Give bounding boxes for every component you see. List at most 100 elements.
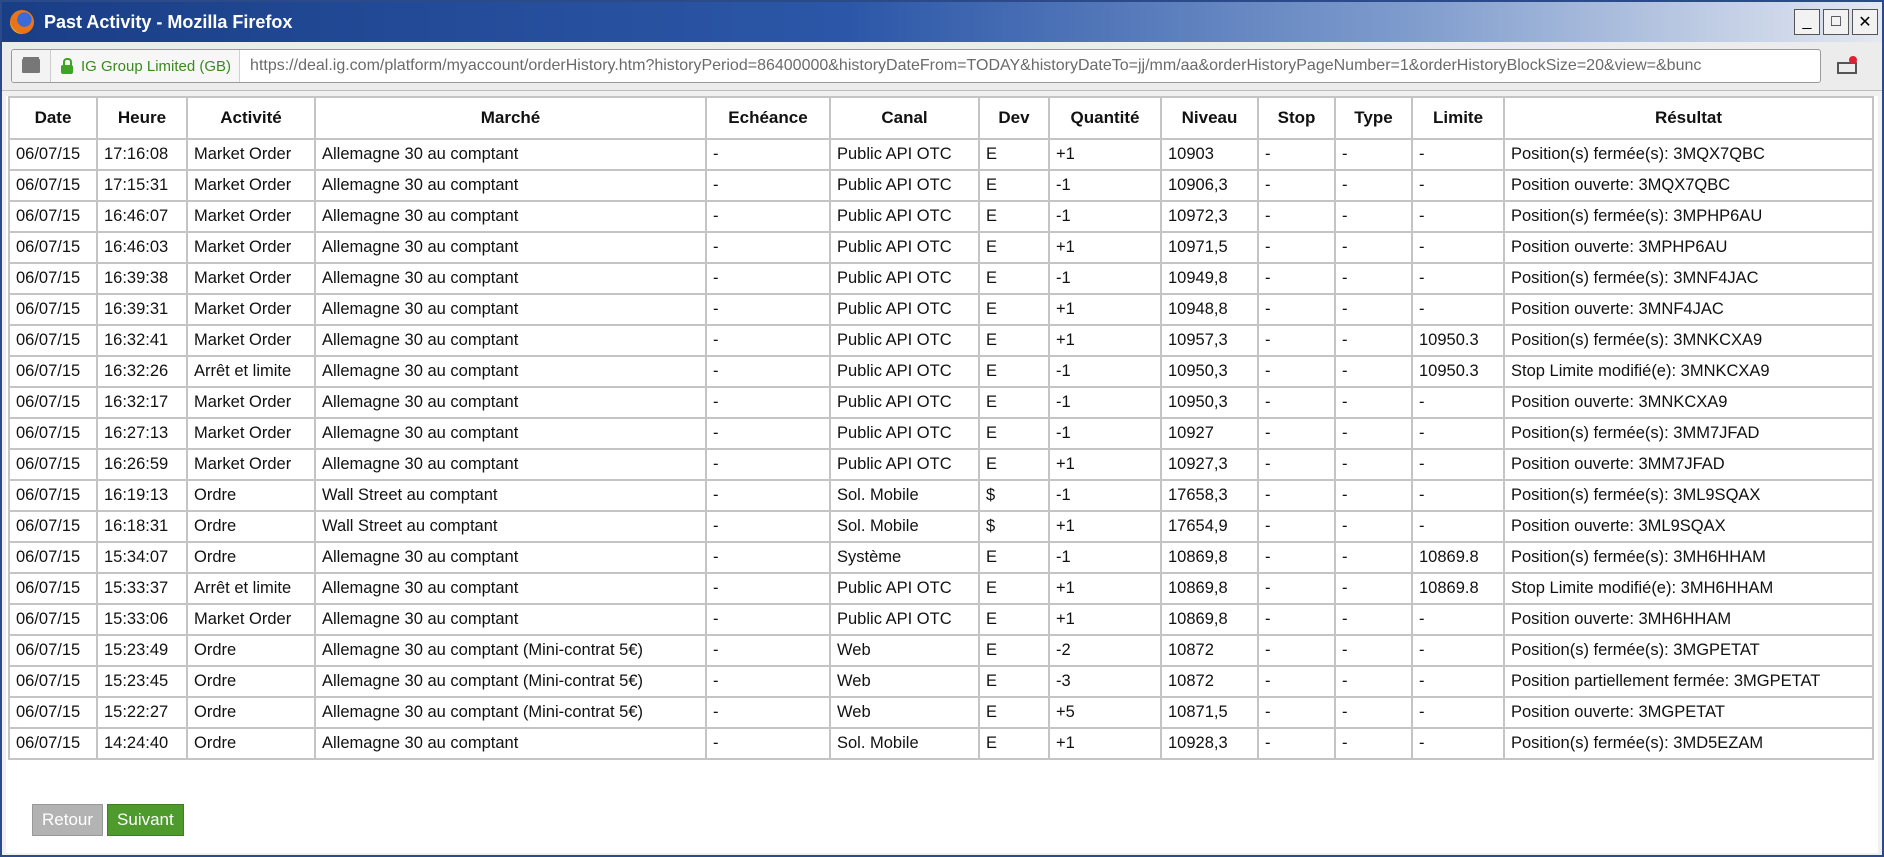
site-identity[interactable]: IG Group Limited (GB): [51, 50, 241, 82]
table-cell: 06/07/15: [8, 665, 98, 698]
table-cell: -: [1334, 510, 1413, 543]
url-bar[interactable]: IG Group Limited (GB) https://deal.ig.co…: [11, 49, 1821, 83]
table-cell: 10971,5: [1160, 231, 1259, 264]
table-cell: 15:33:37: [96, 572, 188, 605]
table-cell: Market Order: [186, 417, 316, 450]
table-cell: 06/07/15: [8, 355, 98, 388]
table-row: 06/07/15 16:19:13 Ordre Wall Street au comp…: [8, 479, 1874, 512]
table-cell: 16:32:26: [96, 355, 188, 388]
table-cell: 16:39:31: [96, 293, 188, 326]
table-cell: -1: [1048, 386, 1162, 419]
table-cell: -: [1257, 138, 1336, 171]
table-cell: +1: [1048, 572, 1162, 605]
table-cell: -: [1411, 479, 1505, 512]
url-text[interactable]: https://deal.ig.com/platform/myaccount/o…: [240, 57, 1701, 75]
table-cell: 15:33:06: [96, 603, 188, 636]
table-cell: -: [705, 200, 831, 233]
table-cell: -: [1411, 634, 1505, 667]
table-cell: Position ouverte: 3MQX7QBC: [1503, 169, 1874, 202]
table-cell: +1: [1048, 138, 1162, 171]
table-cell: 10928,3: [1160, 727, 1259, 760]
table-cell: Arrêt et limite: [186, 572, 316, 605]
table-cell: E: [978, 169, 1050, 202]
table-cell: 16:26:59: [96, 448, 188, 481]
table-cell: 10869,8: [1160, 541, 1259, 574]
column-header: Date: [8, 96, 98, 140]
table-cell: 06/07/15: [8, 200, 98, 233]
table-cell: -: [705, 231, 831, 264]
table-cell: -: [1411, 417, 1505, 450]
table-cell: -1: [1048, 200, 1162, 233]
table-cell: 15:23:49: [96, 634, 188, 667]
table-cell: -: [1411, 386, 1505, 419]
table-cell: Ordre: [186, 727, 316, 760]
table-cell: E: [978, 262, 1050, 295]
table-cell: -: [705, 448, 831, 481]
column-header: Marché: [314, 96, 707, 140]
table-cell: +1: [1048, 231, 1162, 264]
table-cell: -: [705, 727, 831, 760]
minimize-button[interactable]: _: [1794, 9, 1820, 35]
table-cell: -: [705, 541, 831, 574]
table-cell: -: [1257, 541, 1336, 574]
table-cell: Position(s) fermée(s): 3MH6HHAM: [1503, 541, 1874, 574]
table-cell: Position ouverte: 3MH6HHAM: [1503, 603, 1874, 636]
close-button[interactable]: ✕: [1852, 9, 1878, 35]
table-cell: 10869,8: [1160, 572, 1259, 605]
table-cell: Position ouverte: 3MM7JFAD: [1503, 448, 1874, 481]
table-cell: Allemagne 30 au comptant: [314, 386, 707, 419]
table-cell: Allemagne 30 au comptant: [314, 572, 707, 605]
table-cell: -: [1257, 510, 1336, 543]
table-cell: 17:16:08: [96, 138, 188, 171]
table-cell: 06/07/15: [8, 634, 98, 667]
table-cell: -: [1257, 634, 1336, 667]
table-cell: Position(s) fermée(s): 3MM7JFAD: [1503, 417, 1874, 450]
table-cell: Position(s) fermée(s): 3MNKCXA9: [1503, 324, 1874, 357]
table-cell: +1: [1048, 448, 1162, 481]
back-button[interactable]: Retour: [32, 804, 104, 836]
table-cell: -: [1411, 696, 1505, 729]
table-cell: E: [978, 138, 1050, 171]
table-cell: Public API OTC: [829, 138, 980, 171]
table-cell: -: [1334, 324, 1413, 357]
table-cell: $: [978, 510, 1050, 543]
table-cell: -: [705, 665, 831, 698]
table-cell: -: [1334, 355, 1413, 388]
table-cell: -: [1334, 634, 1413, 667]
table-cell: Allemagne 30 au comptant: [314, 417, 707, 450]
table-cell: Public API OTC: [829, 262, 980, 295]
table-cell: Position ouverte: 3MNKCXA9: [1503, 386, 1874, 419]
maximize-button[interactable]: □: [1823, 9, 1849, 35]
table-cell: 10869.8: [1411, 541, 1505, 574]
table-cell: Position(s) fermée(s): 3MGPETAT: [1503, 634, 1874, 667]
table-cell: 16:39:38: [96, 262, 188, 295]
order-history-table: Date Heure Activité Marché Echéance Canal Dev Q…: [8, 96, 1874, 760]
table-row: 06/07/15 15:23:49 Ordre Allemagne 30 au com…: [8, 634, 1874, 667]
table-cell: 16:19:13: [96, 479, 188, 512]
table-cell: Position(s) fermée(s): 3MPHP6AU: [1503, 200, 1874, 233]
table-cell: Position ouverte: 3ML9SQAX: [1503, 510, 1874, 543]
table-cell: Allemagne 30 au comptant: [314, 138, 707, 171]
table-cell: 16:27:13: [96, 417, 188, 450]
table-cell: 06/07/15: [8, 417, 98, 450]
next-button[interactable]: Suivant: [107, 804, 184, 836]
table-cell: Public API OTC: [829, 386, 980, 419]
table-cell: 06/07/15: [8, 479, 98, 512]
table-cell: 06/07/15: [8, 727, 98, 760]
table-cell: 16:32:41: [96, 324, 188, 357]
table-cell: 16:46:07: [96, 200, 188, 233]
table-cell: Market Order: [186, 138, 316, 171]
table-cell: Allemagne 30 au comptant: [314, 355, 707, 388]
table-cell: Allemagne 30 au comptant: [314, 448, 707, 481]
tab-groups-icon[interactable]: [12, 50, 51, 82]
table-cell: Web: [829, 696, 980, 729]
table-cell: Market Order: [186, 448, 316, 481]
table-cell: -: [1411, 293, 1505, 326]
table-cell: Sol. Mobile: [829, 510, 980, 543]
table-cell: Ordre: [186, 479, 316, 512]
table-cell: Système: [829, 541, 980, 574]
notification-icon[interactable]: [1835, 56, 1859, 76]
table-cell: -: [1334, 665, 1413, 698]
table-cell: 10872: [1160, 665, 1259, 698]
table-cell: -: [1334, 696, 1413, 729]
